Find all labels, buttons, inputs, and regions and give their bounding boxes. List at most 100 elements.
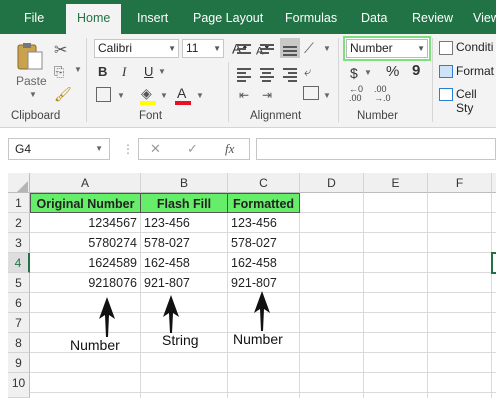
fill-dropdown-icon[interactable]: ▼ — [160, 91, 168, 100]
tab-data[interactable]: Data — [361, 0, 387, 34]
underline-button[interactable]: U — [144, 63, 153, 81]
tab-insert[interactable]: Insert — [137, 0, 168, 34]
paste-icon[interactable] — [14, 42, 46, 72]
table-cell[interactable]: 921-807 — [141, 273, 228, 293]
table-cell[interactable]: 162-458 — [141, 253, 228, 273]
increase-decimal-icon[interactable]: ←0.00 — [349, 85, 363, 103]
row-header-selected[interactable]: 4 — [8, 253, 30, 273]
table-cell[interactable]: 578-027 — [141, 233, 228, 253]
name-box[interactable]: G4 ▼ — [8, 138, 110, 160]
font-color-dropdown-icon[interactable]: ▼ — [196, 91, 204, 100]
table-cell[interactable]: 921-807 — [228, 273, 300, 293]
align-bottom-button[interactable] — [280, 38, 300, 58]
paste-label[interactable]: Paste — [16, 74, 47, 88]
font-name-combo[interactable]: Calibri ▼ — [94, 39, 179, 58]
format-painter-icon[interactable]: 🖌 — [54, 86, 72, 103]
percent-button[interactable]: % — [386, 63, 399, 81]
cell-styles-button[interactable]: Cell Sty — [456, 87, 496, 115]
conditional-formatting-icon[interactable] — [439, 41, 453, 55]
table-cell[interactable]: 578-027 — [228, 233, 300, 253]
chevron-down-icon[interactable]: ▼ — [95, 144, 103, 153]
chevron-down-icon[interactable]: ▼ — [168, 40, 176, 57]
row-header[interactable]: 9 — [8, 353, 30, 373]
cell-header-formatted[interactable]: Formatted — [227, 193, 300, 213]
formula-input[interactable] — [256, 138, 496, 160]
row-header[interactable]: 1 — [8, 193, 30, 213]
align-left-icon[interactable] — [237, 66, 251, 84]
wrap-text-icon[interactable]: ⤶ — [304, 64, 311, 80]
enter-icon[interactable]: ✓ — [187, 141, 198, 157]
number-format-combo[interactable]: Number ▼ — [346, 39, 428, 58]
select-all-button[interactable] — [8, 173, 30, 193]
align-middle-icon[interactable] — [260, 42, 274, 56]
alignment-group-label: Alignment — [250, 110, 302, 122]
up-arrow-icon — [99, 297, 115, 337]
chevron-down-icon[interactable]: ▼ — [417, 40, 425, 57]
table-cell[interactable]: 162-458 — [228, 253, 300, 273]
increase-indent-icon[interactable]: ⇥ — [262, 88, 272, 102]
cell-styles-icon[interactable] — [439, 88, 453, 101]
tab-page-layout[interactable]: Page Layout — [193, 0, 263, 34]
underline-dropdown-icon[interactable]: ▼ — [158, 67, 166, 76]
row-header[interactable]: 5 — [8, 273, 30, 293]
copy-icon[interactable]: ⎘ — [54, 64, 64, 80]
selected-cell-g4[interactable] — [491, 252, 496, 274]
table-cell[interactable]: 5780274 — [30, 233, 141, 253]
copy-dropdown-icon[interactable]: ▼ — [74, 65, 82, 74]
align-center-icon[interactable] — [260, 66, 274, 84]
format-as-table-icon[interactable] — [439, 65, 453, 78]
row-header[interactable]: 10 — [8, 373, 30, 398]
font-color-icon[interactable]: A — [177, 85, 186, 101]
tab-view[interactable]: View — [473, 0, 496, 34]
tab-file[interactable]: File — [24, 0, 44, 34]
format-as-table-button[interactable]: Format — [456, 64, 494, 78]
insert-function-icon[interactable]: fx — [225, 141, 234, 157]
row-header[interactable]: 2 — [8, 213, 30, 233]
ribbon: Paste ▼ ✂ ⎘ ▼ 🖌 Clipboard Calibri ▼ 11 ▼… — [0, 34, 496, 128]
fill-color-icon[interactable]: ◈ — [141, 85, 152, 102]
row-header[interactable]: 6 — [8, 293, 30, 313]
currency-dropdown-icon[interactable]: ▼ — [364, 68, 372, 77]
borders-dropdown-icon[interactable]: ▼ — [117, 91, 125, 100]
column-header[interactable]: F — [428, 173, 492, 193]
merge-dropdown-icon[interactable]: ▼ — [323, 91, 331, 100]
tab-review[interactable]: Review — [412, 0, 453, 34]
column-header[interactable]: D — [300, 173, 364, 193]
align-right-icon[interactable] — [283, 66, 297, 84]
conditional-formatting-button[interactable]: Conditi — [456, 40, 493, 54]
column-header[interactable]: E — [364, 173, 428, 193]
decrease-indent-icon[interactable]: ⇤ — [239, 88, 249, 102]
italic-button[interactable]: I — [122, 63, 126, 81]
table-cell[interactable]: 1624589 — [30, 253, 141, 273]
bold-button[interactable]: B — [98, 63, 107, 81]
table-cell[interactable]: 1234567 — [30, 213, 141, 233]
borders-icon[interactable] — [96, 87, 111, 102]
row-header[interactable]: 7 — [8, 313, 30, 333]
comma-style-button[interactable]: 9 — [412, 62, 420, 80]
column-header[interactable] — [492, 173, 496, 193]
chevron-down-icon[interactable]: ▼ — [213, 40, 221, 57]
orientation-dropdown-icon[interactable]: ▼ — [323, 44, 331, 53]
table-cell[interactable]: 123-456 — [141, 213, 228, 233]
row-header[interactable]: 8 — [8, 333, 30, 353]
merge-center-icon[interactable] — [303, 86, 319, 100]
cell-header-original-number[interactable]: Original Number — [30, 193, 141, 213]
row-header[interactable]: 3 — [8, 233, 30, 253]
paste-dropdown-icon[interactable]: ▼ — [29, 90, 37, 99]
tab-home[interactable]: Home — [66, 4, 122, 34]
font-size-combo[interactable]: 11 ▼ — [182, 39, 224, 58]
divider — [86, 38, 87, 122]
align-top-icon[interactable] — [237, 42, 251, 56]
decrease-decimal-icon[interactable]: .00 →.0 — [374, 85, 391, 103]
orientation-icon[interactable]: ⟋ — [304, 40, 314, 57]
cell-header-flash-fill[interactable]: Flash Fill — [140, 193, 228, 213]
column-header[interactable]: C — [228, 173, 300, 193]
table-cell[interactable]: 123-456 — [228, 213, 300, 233]
cancel-icon[interactable]: ✕ — [150, 141, 161, 157]
cut-icon[interactable]: ✂ — [54, 40, 67, 60]
column-header[interactable]: A — [30, 173, 141, 193]
tab-formulas[interactable]: Formulas — [285, 0, 337, 34]
currency-button[interactable]: $ — [350, 64, 358, 82]
column-header[interactable]: B — [141, 173, 228, 193]
table-cell[interactable]: 9218076 — [30, 273, 141, 293]
